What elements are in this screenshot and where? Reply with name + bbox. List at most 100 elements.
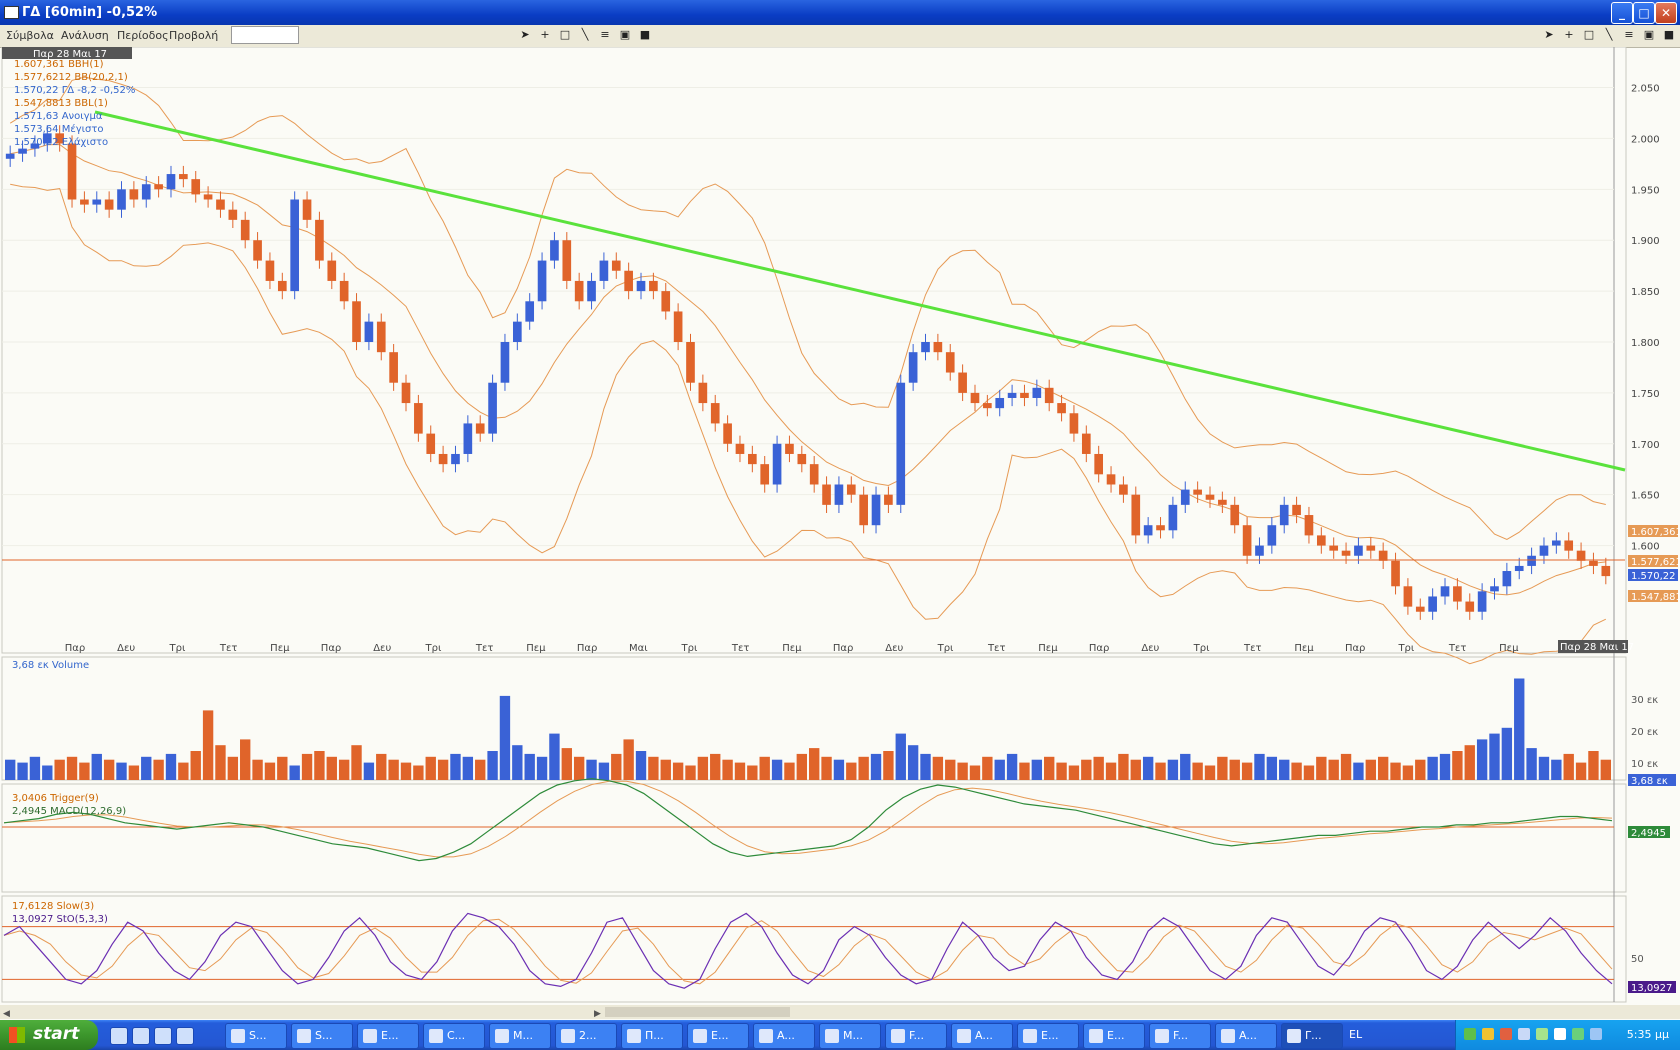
- taskbar-button[interactable]: E...: [1083, 1023, 1145, 1049]
- candle: [983, 403, 992, 409]
- start-button[interactable]: start: [0, 1020, 98, 1050]
- h-scrollbar[interactable]: [0, 1005, 1680, 1019]
- candle: [1267, 525, 1277, 546]
- chart-tool-icon[interactable]: ▣: [618, 28, 632, 42]
- taskbar-button[interactable]: 2...: [555, 1023, 617, 1049]
- ie2-quicklaunch-icon[interactable]: [132, 1027, 150, 1045]
- crosshair-tool-icon-2[interactable]: +: [1562, 28, 1576, 42]
- volume-bar: [202, 710, 214, 780]
- desktop-quicklaunch-icon[interactable]: [176, 1027, 194, 1045]
- taskbar-button[interactable]: A...: [1215, 1023, 1277, 1049]
- rectangle-tool-icon-2[interactable]: □: [1582, 28, 1596, 42]
- stoch-tag: 13,0927: [1631, 983, 1672, 994]
- save-icon[interactable]: ■: [638, 28, 652, 42]
- task-icon: [231, 1029, 245, 1043]
- taskbar-button[interactable]: E...: [357, 1023, 419, 1049]
- crosshair-tool-icon[interactable]: +: [538, 28, 552, 42]
- candle: [364, 321, 374, 342]
- taskbar-button[interactable]: F...: [1149, 1023, 1211, 1049]
- candle: [265, 260, 275, 281]
- pointer-tool-icon-2[interactable]: ➤: [1542, 28, 1556, 42]
- taskbar-button[interactable]: П...: [621, 1023, 683, 1049]
- taskbar-button[interactable]: Γ...: [1281, 1023, 1343, 1049]
- taskbar-button[interactable]: M...: [489, 1023, 551, 1049]
- candle: [1539, 545, 1549, 556]
- candle: [463, 423, 473, 454]
- update-icon[interactable]: [1572, 1028, 1584, 1040]
- candle: [797, 453, 807, 465]
- rectangle-tool-icon[interactable]: □: [558, 28, 572, 42]
- taskbar-button[interactable]: F...: [885, 1023, 947, 1049]
- volume-bar: [907, 745, 919, 780]
- menu-symbols[interactable]: Σύμβολα: [6, 29, 54, 42]
- security-icon[interactable]: [1536, 1028, 1548, 1040]
- candle: [451, 453, 460, 465]
- antivirus-icon[interactable]: [1500, 1028, 1512, 1040]
- battery-icon[interactable]: [1590, 1028, 1602, 1040]
- volume-bar: [450, 753, 461, 780]
- candle: [426, 433, 436, 454]
- volume-bar: [1489, 733, 1500, 780]
- menu-analysis[interactable]: Ανάλυση: [61, 29, 109, 42]
- volume-bar: [1142, 756, 1154, 780]
- volume-bar: [809, 748, 820, 780]
- volume-bar: [437, 759, 449, 780]
- taskbar-button[interactable]: S...: [225, 1023, 287, 1049]
- close-button[interactable]: ✕: [1655, 2, 1677, 24]
- task-icon: [561, 1029, 575, 1043]
- candle: [884, 494, 893, 505]
- volume-icon[interactable]: [1554, 1028, 1566, 1040]
- volume-bar: [240, 739, 251, 780]
- volume-bar: [1538, 756, 1550, 780]
- scroll-left-icon[interactable]: ◀: [3, 1009, 10, 1019]
- volume-tick-30: 30 εκ: [1631, 695, 1658, 706]
- x-tick-label: Δευ: [885, 643, 903, 654]
- app-quicklaunch-icon[interactable]: [154, 1027, 172, 1045]
- taskbar-button[interactable]: A...: [951, 1023, 1013, 1049]
- scrollbar-thumb[interactable]: [605, 1007, 790, 1017]
- minimize-button[interactable]: _: [1611, 2, 1633, 24]
- x-tick-label: Πεμ: [526, 643, 546, 654]
- save-icon-2[interactable]: ■: [1662, 28, 1676, 42]
- task-label: E...: [711, 1029, 729, 1042]
- volume-bar: [561, 748, 572, 780]
- taskbar-button[interactable]: E...: [1017, 1023, 1079, 1049]
- language-indicator[interactable]: EL: [1349, 1028, 1362, 1041]
- taskbar-button[interactable]: A...: [753, 1023, 815, 1049]
- volume-bar: [932, 756, 944, 780]
- chart-tool-icon-2[interactable]: ▣: [1642, 28, 1656, 42]
- menu-view[interactable]: Προβολή: [169, 29, 218, 42]
- taskbar-button[interactable]: S...: [291, 1023, 353, 1049]
- volume-bar: [1390, 762, 1401, 780]
- taskbar-button[interactable]: M...: [819, 1023, 881, 1049]
- scroll-right-icon[interactable]: ▶: [594, 1009, 601, 1019]
- volume-bar: [524, 753, 535, 780]
- candle: [179, 174, 188, 180]
- taskbar-button[interactable]: C...: [423, 1023, 485, 1049]
- x-tick-label: Μαι: [629, 643, 648, 654]
- x-tick-label: Πεμ: [1038, 643, 1058, 654]
- shield-icon[interactable]: [1482, 1028, 1494, 1040]
- line-tool-icon-2[interactable]: ╲: [1602, 28, 1616, 42]
- network-icon[interactable]: [1464, 1028, 1476, 1040]
- x-tick-label: Τετ: [475, 643, 494, 654]
- line-tool-icon[interactable]: ╲: [578, 28, 592, 42]
- x-tick-label: Πεμ: [270, 643, 290, 654]
- ie-quicklaunch-icon[interactable]: [110, 1027, 128, 1045]
- mail-icon[interactable]: [1518, 1028, 1530, 1040]
- chart-area[interactable]: 2.050 2.000 1.950 1.900 1.850 1.800 1.750 1.700…: [0, 47, 1680, 1020]
- x-tick-label: Δευ: [373, 643, 391, 654]
- candle: [1242, 525, 1252, 556]
- lines-tool-icon-2[interactable]: ≡: [1622, 28, 1636, 42]
- y-tick-label: 1.700: [1631, 440, 1660, 451]
- maximize-button[interactable]: □: [1633, 2, 1655, 24]
- volume-bar: [1180, 753, 1191, 780]
- tag-bbh: 1.607,361: [1631, 527, 1680, 538]
- lines-tool-icon[interactable]: ≡: [598, 28, 612, 42]
- volume-bar: [66, 756, 78, 780]
- taskbar-button[interactable]: E...: [687, 1023, 749, 1049]
- candle: [686, 342, 695, 383]
- symbol-input[interactable]: [231, 26, 299, 44]
- menu-period[interactable]: Περίοδος: [117, 29, 169, 42]
- pointer-tool-icon[interactable]: ➤: [518, 28, 532, 42]
